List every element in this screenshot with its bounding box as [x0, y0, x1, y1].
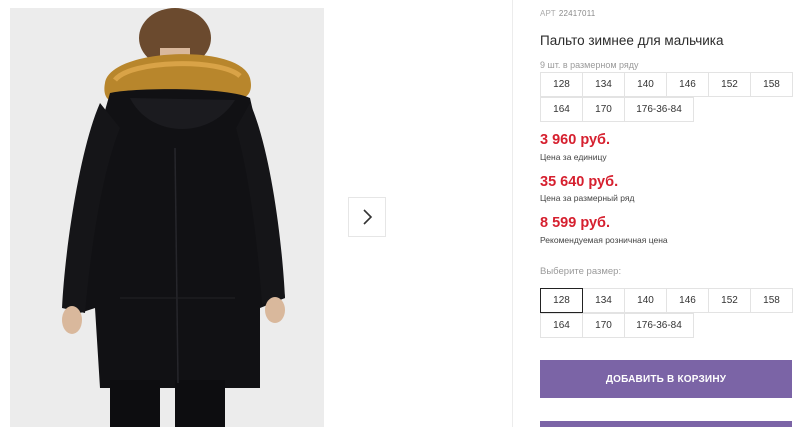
size-row-grid: 128 134 140 146 152 158 164 170 176-36-8… — [540, 72, 800, 122]
size-row-cell: 128 — [540, 72, 583, 97]
size-option-164[interactable]: 164 — [540, 313, 583, 338]
secondary-action-button[interactable] — [540, 421, 792, 427]
size-option-140[interactable]: 140 — [624, 288, 667, 313]
sku: АРТ 22417011 — [540, 9, 595, 18]
size-row-cell: 176-36-84 — [624, 97, 694, 122]
size-row-note: 9 шт. в размерном ряду — [540, 60, 639, 70]
add-to-cart-button[interactable]: ДОБАВИТЬ В КОРЗИНУ — [540, 360, 792, 398]
size-row-cell: 146 — [666, 72, 709, 97]
retail-price-label: Рекомендуемая розничная цена — [540, 235, 668, 245]
row-price: 35 640 руб. — [540, 174, 619, 190]
size-option-170[interactable]: 170 — [582, 313, 625, 338]
row-price-label: Цена за размерный ряд — [540, 193, 635, 203]
size-row-cell: 164 — [540, 97, 583, 122]
product-photo — [10, 8, 324, 427]
coat-photo-illustration — [10, 8, 324, 427]
retail-price: 8 599 руб. — [540, 215, 611, 231]
sku-label: АРТ — [540, 9, 556, 18]
size-row-cell: 170 — [582, 97, 625, 122]
size-selector: 128 134 140 146 152 158 164 170 176-36-8… — [540, 288, 800, 338]
product-title: Пальто зимнее для мальчика — [540, 33, 724, 48]
size-option-176-36-84[interactable]: 176-36-84 — [624, 313, 694, 338]
size-option-158[interactable]: 158 — [750, 288, 793, 313]
size-option-146[interactable]: 146 — [666, 288, 709, 313]
size-row-cell: 152 — [708, 72, 751, 97]
size-row-cell: 134 — [582, 72, 625, 97]
unit-price-label: Цена за единицу — [540, 152, 607, 162]
product-gallery — [0, 0, 512, 427]
size-option-128[interactable]: 128 — [540, 288, 583, 313]
size-option-134[interactable]: 134 — [582, 288, 625, 313]
sku-value: 22417011 — [558, 9, 596, 18]
choose-size-label: Выберите размер: — [540, 266, 622, 277]
panel-divider — [512, 0, 513, 427]
product-info-panel: АРТ 22417011 Пальто зимнее для мальчика 9… — [540, 0, 800, 427]
size-option-152[interactable]: 152 — [708, 288, 751, 313]
size-row-cell: 158 — [750, 72, 793, 97]
chevron-right-icon — [363, 209, 373, 225]
size-row-cell: 140 — [624, 72, 667, 97]
unit-price: 3 960 руб. — [540, 132, 611, 148]
gallery-next-button[interactable] — [348, 197, 386, 237]
